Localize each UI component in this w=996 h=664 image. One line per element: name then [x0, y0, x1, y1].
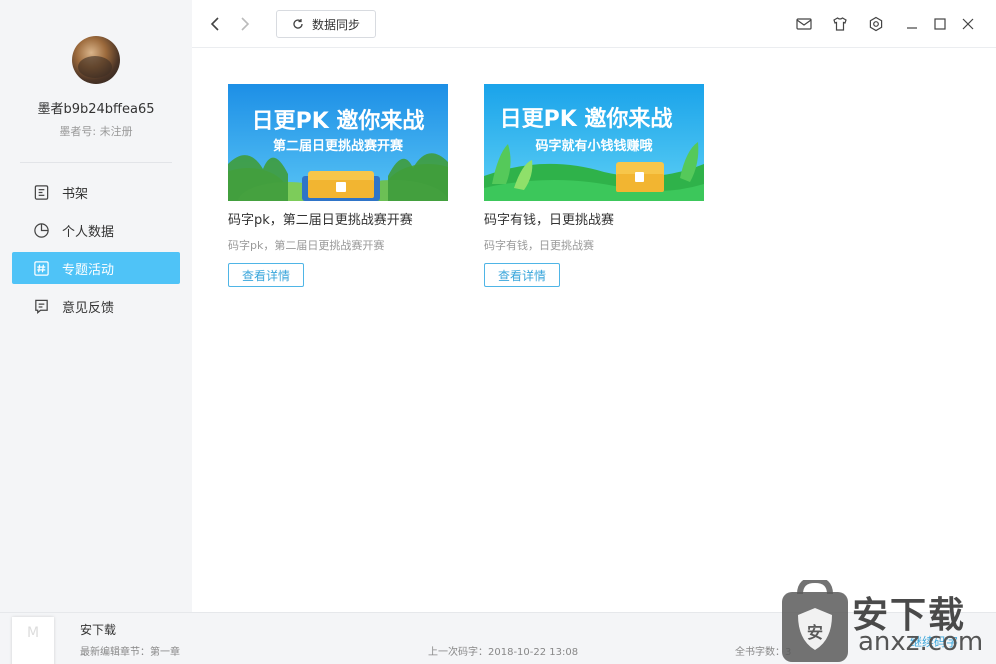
user-id: 墨者号: 未注册 — [59, 125, 133, 138]
activity-banner[interactable]: 日更PK 邀你来战 码字就有小钱钱赚哦 — [484, 84, 704, 201]
watermark-url: anxz.com — [858, 627, 984, 657]
activity-card: 日更PK 邀你来战 码字就有小钱钱赚哦 码字有钱，日更挑战赛 码字有钱，日更挑战… — [484, 84, 704, 287]
back-button[interactable] — [206, 14, 226, 34]
activity-card: 日更PK 邀你来战 第二届日更挑战赛开赛 码字pk，第二届日更挑战赛开赛 码字p… — [228, 84, 448, 287]
book-name: 安下载 — [80, 623, 117, 637]
sidebar-item-bookshelf[interactable]: 书架 — [12, 176, 180, 208]
banner-title: 日更PK 邀你来战 — [500, 107, 673, 132]
activity-banner[interactable]: 日更PK 邀你来战 第二届日更挑战赛开赛 — [228, 84, 448, 201]
activity-desc: 码字pk，第二届日更挑战赛开赛 — [228, 239, 385, 252]
close-button[interactable] — [958, 14, 978, 34]
view-details-button[interactable]: 查看详情 — [228, 263, 304, 287]
book-cover[interactable]: M — [12, 617, 54, 664]
bookshelf-icon — [32, 183, 50, 201]
settings-button[interactable] — [866, 14, 886, 34]
banner-title: 日更PK 邀你来战 — [252, 109, 425, 134]
minimize-icon — [907, 27, 917, 29]
sidebar: 墨者b9b24bffea65 墨者号: 未注册 书架 个人数据 专题活动 意见反 — [0, 0, 192, 612]
gear-icon — [869, 16, 883, 32]
maximize-button[interactable] — [930, 14, 950, 34]
activity-title[interactable]: 码字有钱，日更挑战赛 — [484, 212, 704, 230]
feedback-icon — [32, 297, 50, 315]
sidebar-item-label: 意见反馈 — [62, 300, 115, 316]
banner-subtitle: 码字就有小钱钱赚哦 — [535, 138, 652, 154]
hashtag-icon — [32, 259, 50, 277]
skin-button[interactable] — [830, 14, 850, 34]
sidebar-item-personal-data[interactable]: 个人数据 — [12, 214, 180, 246]
forward-button[interactable] — [234, 14, 254, 34]
sidebar-item-activities[interactable]: 专题活动 — [12, 252, 180, 284]
last-edit-time: 上一次码字：2018-10-22 13:08 — [428, 647, 579, 658]
mail-icon — [796, 18, 812, 30]
sidebar-item-label: 专题活动 — [62, 262, 115, 278]
avatar[interactable] — [72, 36, 120, 84]
minimize-button[interactable] — [902, 14, 922, 34]
sidebar-item-feedback[interactable]: 意见反馈 — [12, 290, 180, 322]
sidebar-divider — [20, 162, 172, 163]
chevron-left-icon — [210, 17, 219, 31]
sidebar-item-label: 书架 — [62, 186, 89, 202]
data-sync-label: 数据同步 — [311, 17, 360, 32]
data-sync-button[interactable]: 数据同步 — [276, 10, 376, 38]
sidebar-item-label: 个人数据 — [62, 224, 115, 240]
close-icon — [962, 18, 974, 30]
tshirt-icon — [833, 17, 847, 31]
activity-desc: 码字有钱，日更挑战赛 — [484, 239, 594, 252]
toolbar: 数据同步 — [192, 0, 996, 48]
banner-subtitle: 第二届日更挑战赛开赛 — [273, 138, 404, 154]
latest-chapter: 最新编辑章节：第一章 — [80, 647, 180, 658]
activity-list: 日更PK 邀你来战 第二届日更挑战赛开赛 码字pk，第二届日更挑战赛开赛 码字p… — [192, 48, 996, 612]
maximize-icon — [934, 18, 946, 30]
refresh-icon — [293, 19, 303, 29]
book-cover-logo: M — [26, 625, 40, 641]
mail-button[interactable] — [794, 14, 814, 34]
pie-chart-icon — [32, 221, 50, 239]
view-details-button[interactable]: 查看详情 — [484, 263, 560, 287]
svg-text:安: 安 — [807, 623, 823, 642]
sidebar-nav: 书架 个人数据 专题活动 意见反馈 — [12, 176, 180, 328]
activity-title[interactable]: 码字pk，第二届日更挑战赛开赛 — [228, 212, 448, 230]
chevron-right-icon — [241, 17, 250, 31]
user-name: 墨者b9b24bffea65 — [37, 102, 155, 117]
